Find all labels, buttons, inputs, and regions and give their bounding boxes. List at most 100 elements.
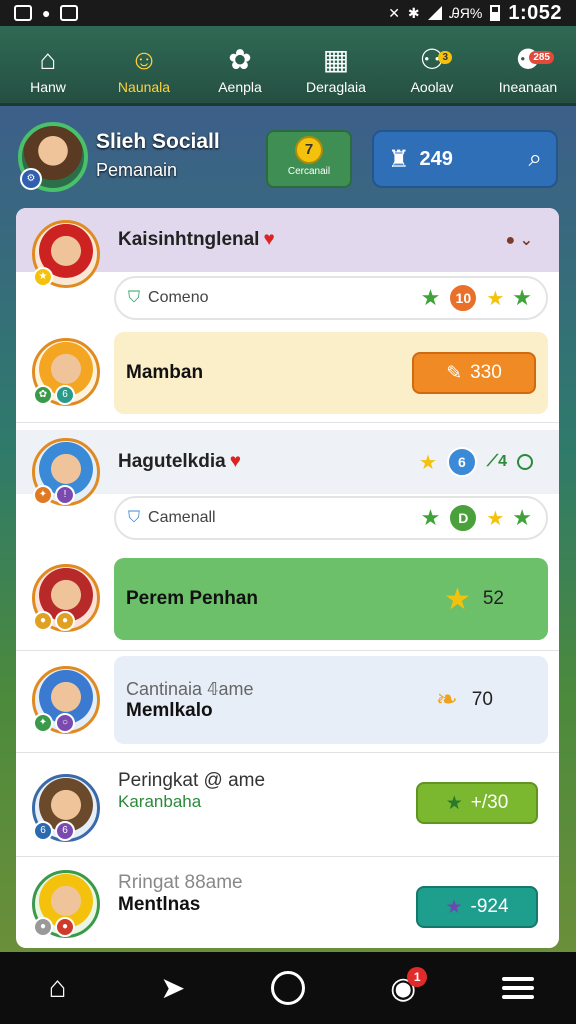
tab-label: Aoolav — [410, 79, 454, 95]
status-pill[interactable]: ⛉ Comeno ★ 10 ★ ★ — [114, 276, 548, 320]
badge-icon: 6 — [55, 385, 75, 405]
shield-icon: ⛉ — [128, 509, 141, 526]
status-pill[interactable]: ⛉ Camenall ★ D ★ ★ — [114, 496, 548, 540]
heart-icon: ♥ — [229, 451, 241, 472]
avatar[interactable]: ● ● — [32, 564, 100, 632]
score-button[interactable]: ★ +/30 — [416, 782, 538, 824]
green-star-icon: ★ — [512, 285, 532, 310]
green-star-icon: ★ — [420, 285, 441, 310]
score-display: ★ 52 — [444, 582, 504, 617]
profile-subtitle: Pemanain — [96, 160, 178, 180]
avatar[interactable]: 6 6 — [32, 774, 100, 842]
profile-header: ⚙ Sliеh Sociall Pemanain 7 Cercanail ♜ 2… — [0, 110, 576, 206]
tab-label: Aenpla — [218, 79, 262, 95]
score-value: 330 — [470, 362, 502, 383]
player-name: Kaisinhtnglenal — [118, 229, 260, 250]
yellow-star-icon: ★ — [486, 287, 505, 310]
avatar[interactable]: ✦ ! — [32, 438, 100, 506]
coin-icon: 7 — [295, 136, 323, 164]
level-icon: D — [448, 503, 479, 533]
badge-icon: ✦ — [33, 485, 53, 505]
level-icon: 6 — [446, 447, 477, 477]
star-icon: ★ — [443, 582, 471, 616]
menu-icon — [502, 972, 535, 1004]
yellow-star-icon: ★ — [418, 451, 437, 474]
score-value: +/30 — [470, 792, 509, 813]
list-item[interactable]: Peringkat @ ame Karanbaha — [118, 770, 265, 812]
avatar[interactable]: ● ● — [32, 870, 100, 938]
community-badge: 285 — [529, 51, 554, 64]
score-card[interactable]: ♜ 249 ⌕ — [372, 130, 558, 188]
search-icon[interactable]: ⌕ — [529, 145, 542, 173]
player-name: Hagutelkdia — [118, 451, 226, 472]
signal-icon — [427, 6, 442, 20]
coin-card[interactable]: 7 Cercanail — [266, 130, 352, 188]
profile-avatar[interactable]: ⚙ — [18, 122, 88, 192]
badge-icon: ! — [55, 485, 75, 505]
battery-percent: ᎯЯ% — [449, 4, 483, 21]
row-label: Perem Penhan — [126, 588, 258, 609]
friends-badge: 3 — [438, 51, 452, 64]
pill-text: Comeno — [148, 289, 209, 306]
row-label: Memlkalo — [126, 699, 213, 721]
chart-icon: ⟋4 — [486, 453, 507, 470]
gallery-icon — [14, 5, 32, 21]
tab-friends[interactable]: ⚇ 3 Aoolav — [384, 41, 480, 103]
coin-label: Cercanail — [287, 166, 331, 177]
avatar[interactable]: ✦ ○ — [32, 666, 100, 734]
tab-label: Deraglaia — [306, 79, 366, 95]
send-icon: ➤ — [160, 971, 186, 1005]
circle-icon — [270, 971, 305, 1005]
app-icon — [60, 5, 79, 21]
menu-button[interactable] — [488, 963, 548, 1013]
tab-label: Hanw — [30, 79, 66, 95]
radio-icon[interactable] — [517, 454, 533, 470]
notifications-button[interactable]: ◉ 1 — [373, 963, 433, 1013]
avatar[interactable]: ★ — [32, 220, 100, 288]
top-nav: ⌂ Hanw ☺ Naunala ✿ Aenpla ▦ Deraglaia ⚇ … — [0, 26, 576, 106]
shield-icon: ⛉ — [128, 289, 141, 306]
level-icon: 10 — [448, 283, 479, 313]
send-button[interactable]: ➤ — [143, 963, 203, 1013]
score-button[interactable]: ★ -924 — [416, 886, 538, 928]
row-label: Mamban — [126, 362, 204, 383]
tab-profile[interactable]: ☺ Naunala — [96, 41, 192, 103]
badge-icon: ✿ — [33, 385, 53, 405]
score-button[interactable]: ✎ 330 — [412, 352, 536, 394]
home-button[interactable]: ⌂ — [28, 963, 88, 1013]
score-value: 70 — [471, 688, 493, 710]
tab-community[interactable]: ⚉ 285 Ineanaan — [480, 41, 576, 103]
tab-group[interactable]: ✿ Aenpla — [192, 41, 288, 103]
leaderboard-panel: Kaisinhtnglenal ♥ ● ⌄ ★ ⛉ Comeno ★ 10 ★ … — [16, 208, 559, 948]
avatar-icon: ☺ — [129, 44, 159, 75]
tab-label: Ineanaan — [498, 79, 558, 95]
divider — [16, 422, 559, 423]
score-row[interactable]: Mamban ✎ 330 — [114, 332, 548, 414]
circle-button[interactable] — [258, 963, 318, 1013]
tab-calendar[interactable]: ▦ Deraglaia — [288, 41, 384, 103]
score-row[interactable]: Perem Penhan ★ 52 — [114, 558, 548, 640]
score-value: -924 — [470, 896, 509, 917]
status-time: 1:052 — [508, 1, 562, 24]
list-item[interactable]: Rringat 88ame Mentlnas — [118, 872, 243, 916]
row-label: Mentlnas — [118, 894, 201, 915]
badge-icon: ● — [33, 917, 53, 937]
row-subtitle: Karanbaha — [118, 792, 202, 811]
avatar[interactable]: ✿ 6 — [32, 338, 100, 406]
badge-icon: 6 — [55, 821, 75, 841]
green-star-icon: ★ — [512, 505, 532, 530]
bluetooth-icon: ✱ — [407, 4, 420, 21]
green-star-icon: ★ — [445, 792, 463, 814]
rank-star-icon: ★ — [33, 267, 53, 287]
battery-icon — [490, 5, 501, 21]
chevron-down-icon[interactable]: ● ⌄ — [505, 230, 533, 250]
tab-home[interactable]: ⌂ Hanw — [0, 41, 96, 103]
row-title: Cantinaia 𝟜ame — [126, 678, 254, 699]
badge-icon: ○ — [55, 713, 75, 733]
score-display: ❧ 70 — [436, 684, 493, 715]
mute-icon: ✕ — [388, 4, 400, 21]
level-badge-icon: ⚙ — [20, 168, 42, 190]
trophy-icon: ♜ — [388, 145, 410, 173]
row-title: Rringat 88ame — [118, 872, 243, 893]
divider — [16, 752, 559, 753]
